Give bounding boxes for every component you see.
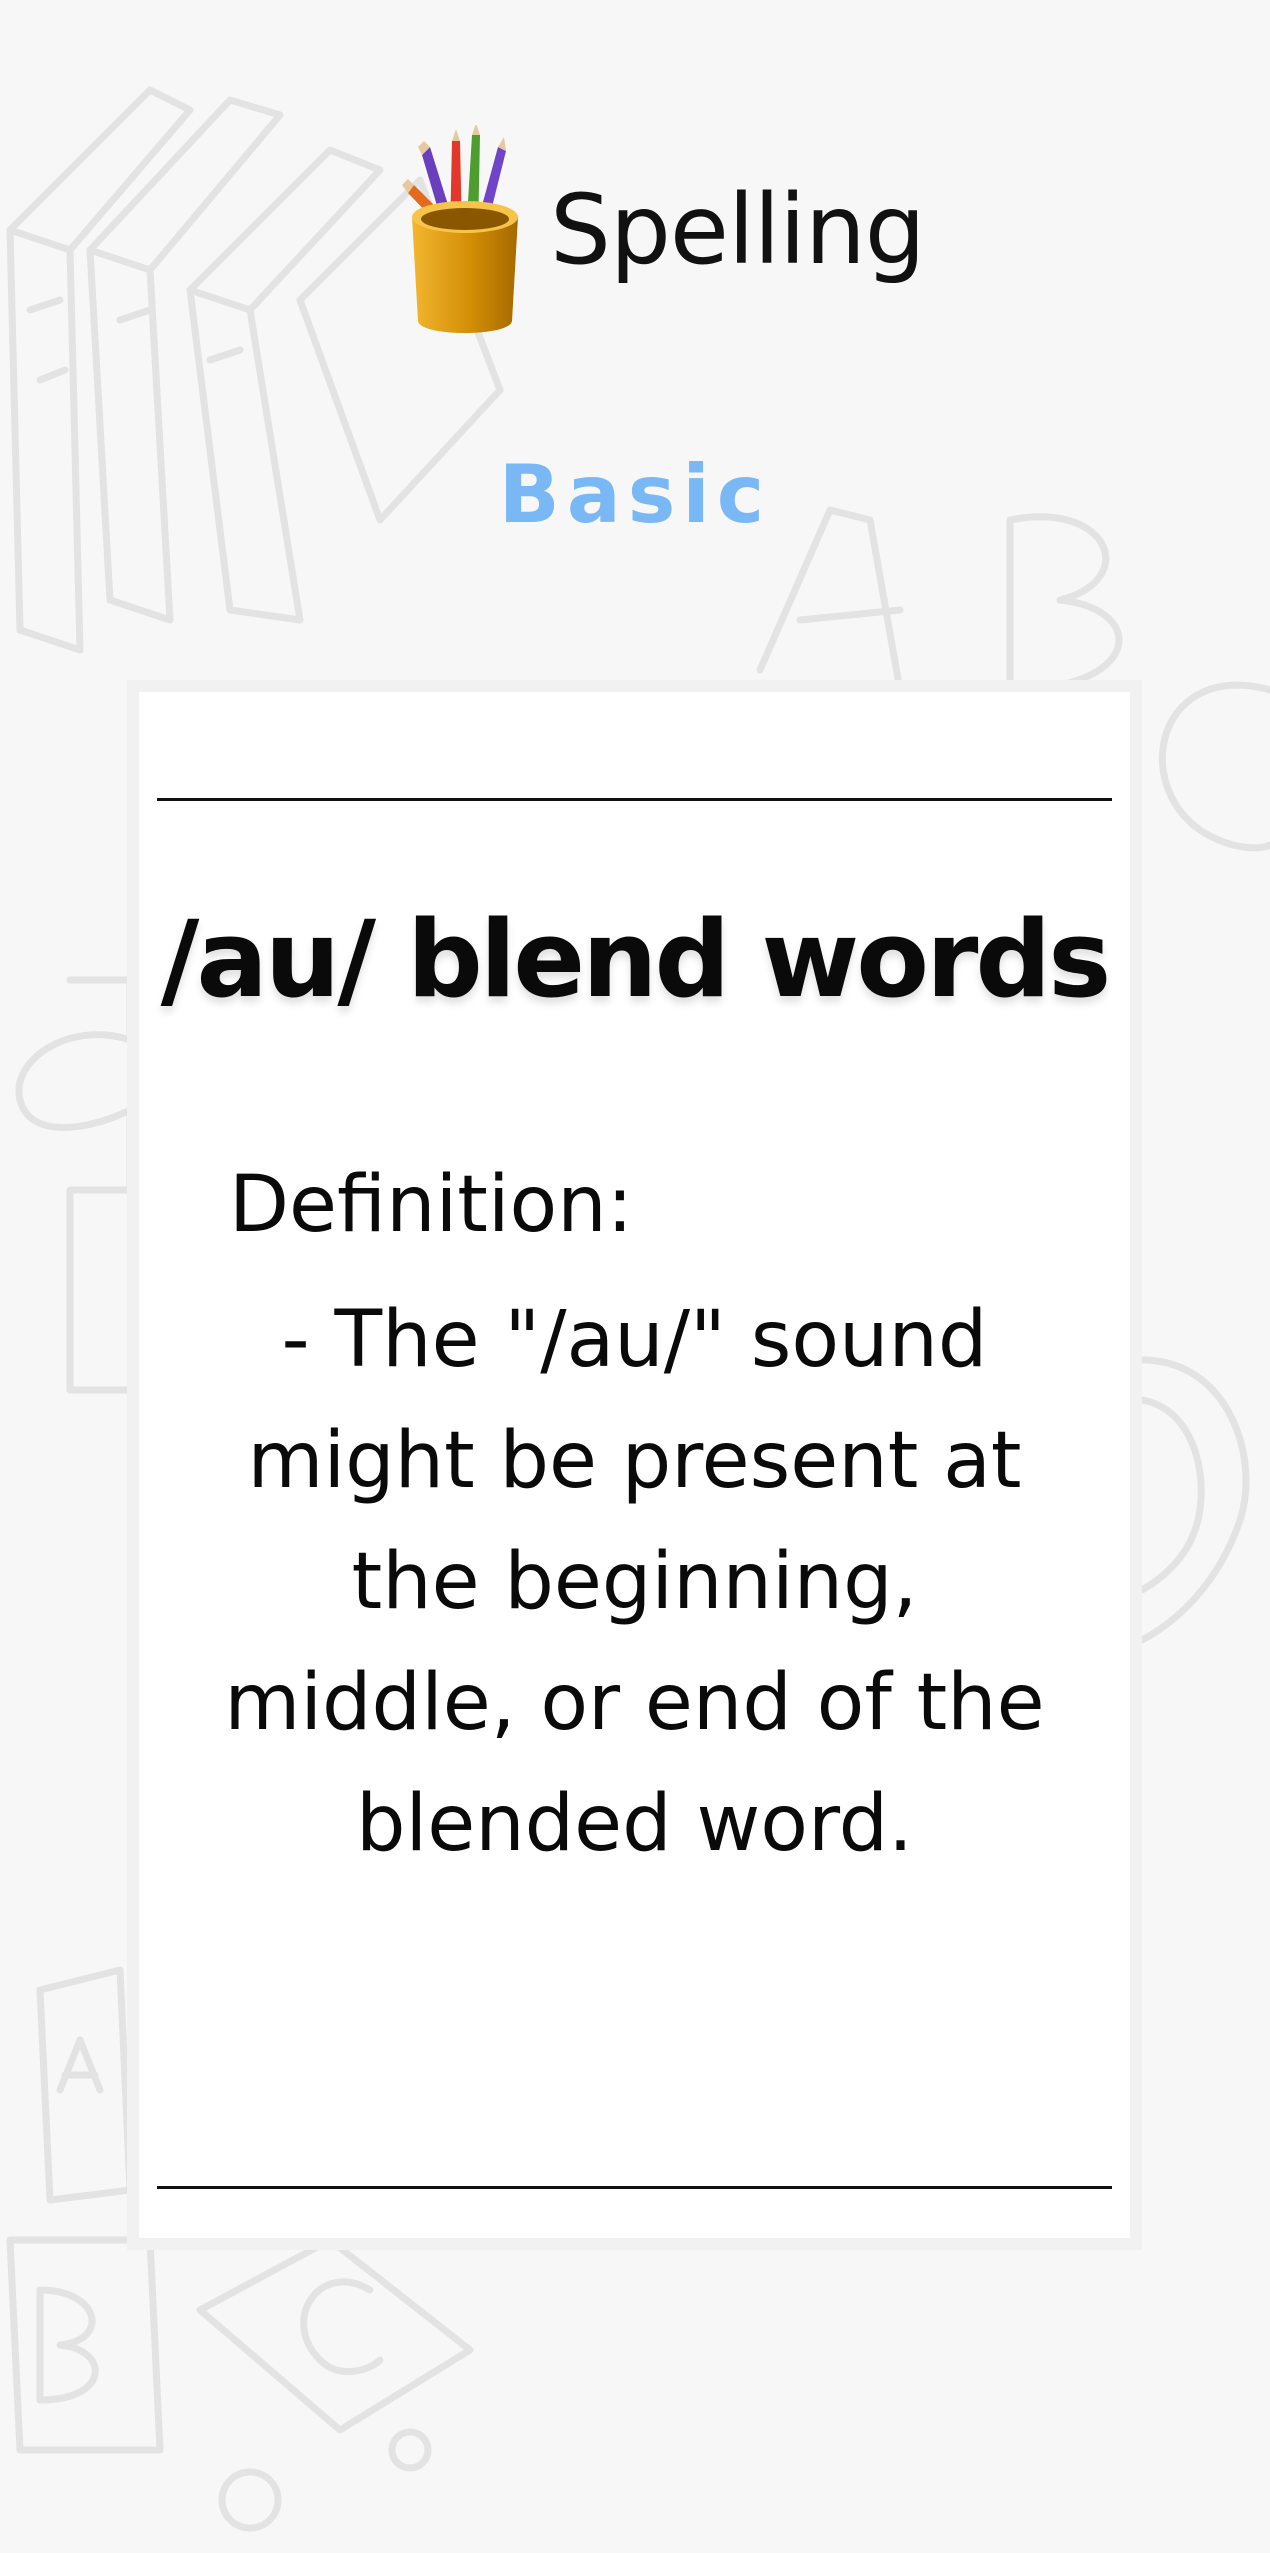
definition-label: Definition: [229,1160,633,1250]
card-bottom-divider [157,2186,1112,2189]
card-title: /au/ blend words [160,898,1112,1021]
pencil-cup-icon [402,125,518,333]
mug-doodle [1138,1356,1250,1644]
app-title: Spelling [550,174,926,286]
card-top-divider [157,798,1112,801]
definition-text: - The "/au/" sound might be present at t… [224,1295,1045,1869]
level-label: Basic [498,448,772,541]
letter-c-doodle [1159,681,1270,852]
puzzle-doodle [15,976,134,1394]
app-header: Spelling [400,125,926,345]
flashcard: /au/ blend words Definition: - The "/au/… [127,680,1142,2250]
letter-b-doodle [1006,513,1123,694]
